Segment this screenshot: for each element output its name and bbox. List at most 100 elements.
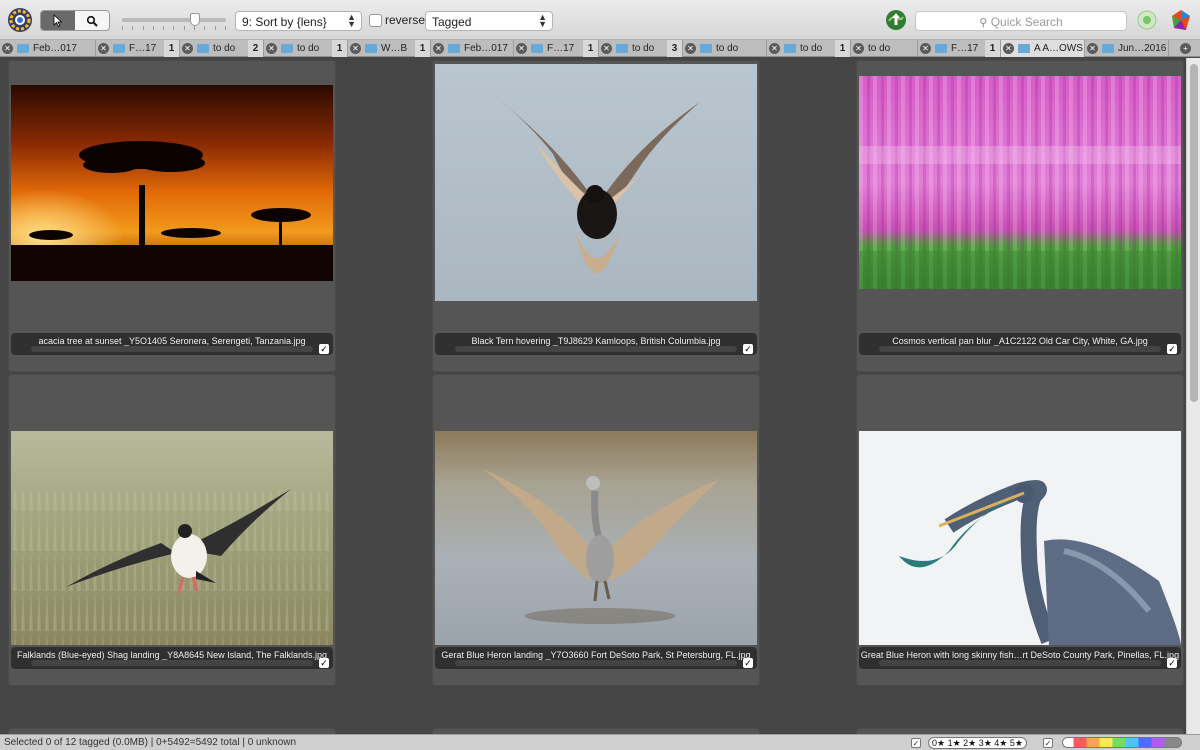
thumbnail-cell[interactable]: Falklands (Blue-eyed) Shag landing _Y8A8… [8, 374, 336, 686]
close-tab-icon[interactable]: ✕ [516, 43, 527, 54]
tag-checkbox[interactable]: ✓ [319, 658, 329, 668]
status-light-icon[interactable] [1137, 10, 1157, 30]
thumbnail-caption: Great Blue Heron with long skinny fish…r… [859, 647, 1181, 669]
thumbnail-caption: Black Tern hovering _T9J8629 Kamloops, B… [435, 333, 757, 355]
color-filter-checkbox[interactable]: ✓ [1043, 738, 1053, 748]
close-tab-icon[interactable]: ✕ [769, 43, 780, 54]
photo-falklands-shag[interactable] [11, 431, 333, 645]
slider-knob[interactable] [190, 13, 200, 26]
tag-checkbox[interactable]: ✓ [1167, 344, 1177, 354]
folder-icon [448, 44, 460, 53]
thumbnail-caption: Gerat Blue Heron landing _Y7O3660 Fort D… [435, 647, 757, 669]
rating-bar[interactable] [455, 660, 737, 666]
thumbnail-cell[interactable]: Great Blue Heron with long skinny fish…r… [856, 374, 1184, 686]
sort-select-value: 9: Sort by {lens} [242, 15, 327, 29]
star-rating-filter[interactable]: 0★ 1★ 2★ 3★ 4★ 5★ [928, 737, 1027, 749]
tag-checkbox[interactable]: ✓ [743, 344, 753, 354]
thumbnail-cell[interactable]: acacia tree at sunset _Y5O1405 Seronera,… [8, 60, 336, 372]
collection-tab-active[interactable]: ✕ A A…OWS [1001, 40, 1085, 57]
quick-search-input[interactable]: ⚲ Quick Search [915, 11, 1127, 31]
collection-tab[interactable]: ✕ F…17 1 [918, 40, 1001, 57]
collection-tab[interactable]: ✕ to do 1 [264, 40, 348, 57]
folder-icon [1102, 44, 1114, 53]
tool-segmented-control [40, 10, 110, 31]
close-tab-icon[interactable]: ✕ [920, 43, 931, 54]
collection-tab[interactable]: ✕ to do 3 [599, 40, 683, 57]
collection-tab[interactable]: ✕ to do 1 [767, 40, 851, 57]
vertical-scrollbar[interactable] [1186, 58, 1200, 734]
close-tab-icon[interactable]: ✕ [433, 43, 444, 54]
photo-heron-landing[interactable] [435, 431, 757, 645]
upload-globe-icon[interactable] [885, 9, 907, 31]
tag-filter-checkbox[interactable]: ✓ [911, 738, 921, 748]
tag-checkbox[interactable]: ✓ [743, 658, 753, 668]
thumbnail-caption: Falklands (Blue-eyed) Shag landing _Y8A8… [11, 647, 333, 669]
close-tab-icon[interactable]: ✕ [601, 43, 612, 54]
close-tab-icon[interactable]: ✕ [1003, 43, 1014, 54]
photo-black-tern[interactable] [435, 64, 757, 301]
photo-acacia-sunset[interactable] [11, 85, 333, 281]
rating-bar[interactable] [455, 346, 737, 352]
scrollbar-thumb[interactable] [1190, 64, 1198, 402]
thumbnail-cell[interactable]: Black Tern hovering _T9J8629 Kamloops, B… [432, 60, 760, 372]
rating-bar[interactable] [879, 346, 1161, 352]
folder-icon [17, 44, 29, 53]
pointer-tool-button[interactable] [41, 11, 75, 30]
photo-cosmos-pan-blur[interactable] [859, 76, 1181, 289]
rating-bar[interactable] [31, 346, 313, 352]
folder-icon [616, 44, 628, 53]
chevron-updown-icon: ▲ ▼ [347, 12, 356, 29]
add-tab-button[interactable]: + [1169, 40, 1200, 57]
zoom-tool-button[interactable] [75, 11, 109, 30]
tag-checkbox[interactable]: ✓ [319, 344, 329, 354]
folder-icon [935, 44, 947, 53]
toolbar: 9: Sort by {lens} ▲ ▼ reverse Tagged ▲ ▼ ⚲… [0, 0, 1200, 40]
thumbnail-caption: acacia tree at sunset _Y5O1405 Seronera,… [11, 333, 333, 355]
collection-tab-bar: ✕ Feb…017 ✕ F…17 1 ✕ to do 2 ✕ to do 1 ✕ W…B 1 ✕ F… [0, 40, 1200, 57]
close-tab-icon[interactable]: ✕ [853, 43, 864, 54]
thumbnail-cell[interactable]: Gerat Blue Heron landing _Y7O3660 Fort D… [432, 374, 760, 686]
status-bar: Selected 0 of 12 tagged (0.0MB) | 0+5492… [0, 734, 1200, 750]
close-tab-icon[interactable]: ✕ [2, 43, 13, 54]
rating-bar[interactable] [879, 660, 1161, 666]
collection-tab[interactable]: ✕ to do [851, 40, 918, 57]
thumbnail-caption: Cosmos vertical pan blur _A1C2122 Old Ca… [859, 333, 1181, 355]
filter-select[interactable]: Tagged ▲ ▼ [425, 11, 553, 31]
close-tab-icon[interactable]: ✕ [350, 43, 361, 54]
close-tab-icon[interactable]: ✕ [1087, 43, 1098, 54]
color-wheel-icon[interactable] [1170, 8, 1192, 32]
thumbnail-cell[interactable]: Cosmos vertical pan blur _A1C2122 Old Ca… [856, 60, 1184, 372]
magnifier-icon [86, 15, 98, 27]
chevron-updown-icon: ▲ ▼ [538, 12, 547, 29]
pointer-icon [53, 14, 63, 27]
close-tab-icon[interactable]: ✕ [266, 43, 277, 54]
reverse-checkbox[interactable] [369, 14, 382, 27]
rating-bar[interactable] [31, 660, 313, 666]
close-tab-icon[interactable]: ✕ [685, 43, 696, 54]
color-label-filter[interactable] [1062, 737, 1182, 748]
app-logo-icon[interactable] [7, 7, 33, 33]
folder-icon [281, 44, 293, 53]
folder-icon [197, 44, 209, 53]
close-tab-icon[interactable]: ✕ [182, 43, 193, 54]
collection-tab[interactable]: ✕ F…17 1 [514, 40, 599, 57]
collection-tab[interactable]: ✕ to do [683, 40, 767, 57]
search-placeholder: Quick Search [990, 15, 1063, 29]
filename-label: Cosmos vertical pan blur _A1C2122 Old Ca… [892, 336, 1148, 346]
collection-tab[interactable]: ✕ Feb…017 [0, 40, 96, 57]
photo-heron-with-fish[interactable] [859, 431, 1181, 645]
close-tab-icon[interactable]: ✕ [98, 43, 109, 54]
sort-select[interactable]: 9: Sort by {lens} ▲ ▼ [235, 11, 362, 31]
collection-tab[interactable]: ✕ Feb…017 [431, 40, 514, 57]
filter-select-value: Tagged [432, 15, 472, 29]
folder-icon [784, 44, 796, 53]
collection-tab[interactable]: ✕ to do 2 [180, 40, 264, 57]
reverse-label: reverse [385, 13, 426, 27]
folder-icon [531, 44, 543, 53]
collection-tab[interactable]: ✕ W…B 1 [348, 40, 431, 57]
tag-checkbox[interactable]: ✓ [1167, 658, 1177, 668]
collection-tab[interactable]: ✕ F…17 1 [96, 40, 180, 57]
folder-icon [365, 44, 377, 53]
collection-tab[interactable]: ✕ Jun…2016 [1085, 40, 1169, 57]
thumbnail-size-slider[interactable] [122, 13, 226, 30]
